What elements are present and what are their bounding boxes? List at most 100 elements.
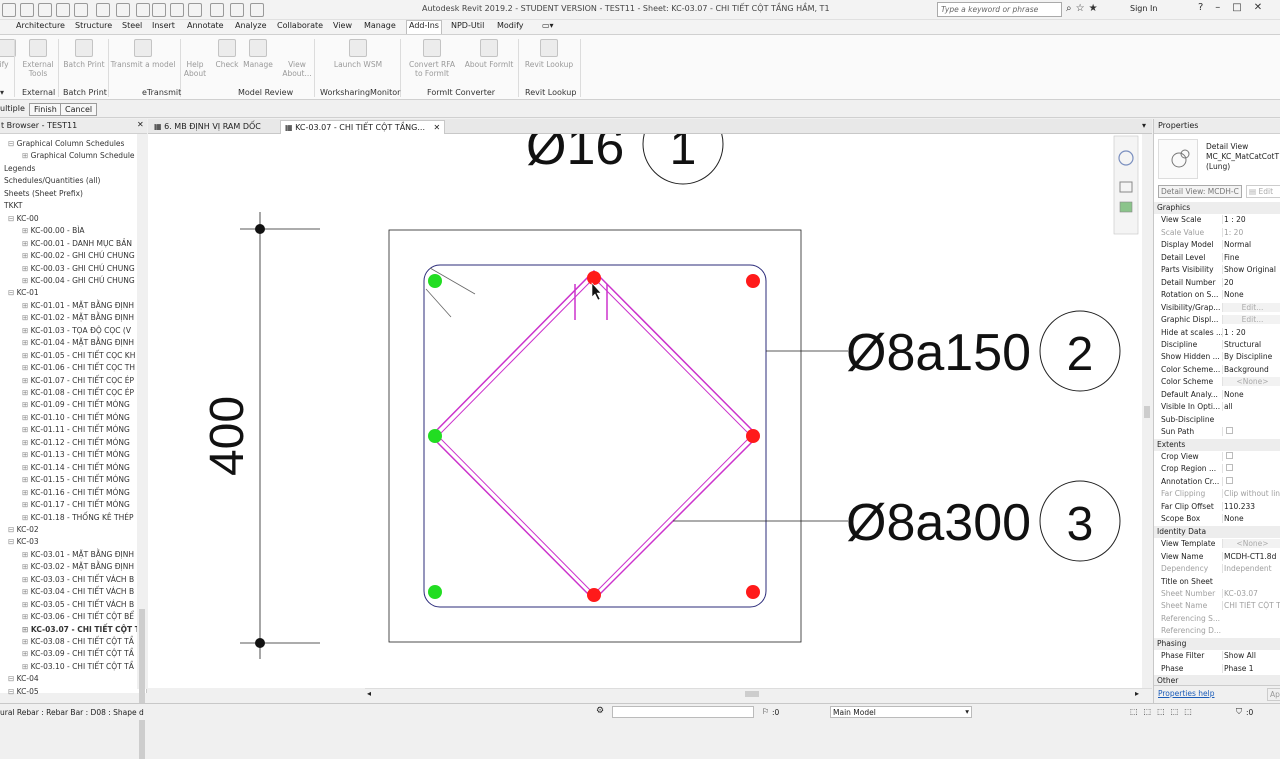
horizontal-scroll-thumb[interactable]	[745, 691, 759, 697]
help-button[interactable]: Help About	[182, 39, 208, 78]
browser-tree-item[interactable]: ⊞ KC-01.11 - CHI TIẾT MÓNG	[22, 425, 130, 434]
tree-expander-icon[interactable]: ⊟	[8, 687, 17, 696]
tab-kc-03-07[interactable]: ▦ KC-03.07 - CHI TIẾT CỘT TẦNG... ✕	[280, 120, 446, 134]
property-value[interactable]: 1 : 20	[1222, 327, 1280, 337]
property-row[interactable]: View Template <None>	[1154, 538, 1280, 550]
tree-expander-icon[interactable]: ⊞	[22, 612, 31, 621]
tree-expander-icon[interactable]: ⊞	[22, 425, 31, 434]
tree-expander-icon[interactable]: ⊞	[22, 239, 31, 248]
browser-tree-item[interactable]: ⊞ KC-03.05 - CHI TIẾT VÁCH B	[22, 600, 134, 609]
property-value[interactable]: Background	[1222, 364, 1280, 374]
redo-icon[interactable]	[56, 3, 70, 17]
property-row[interactable]: Discipline Structural	[1154, 339, 1280, 351]
property-button[interactable]: Edit...	[1222, 315, 1280, 325]
browser-tree-item[interactable]: ⊞ KC-00.00 - BÌA	[22, 226, 85, 235]
property-row[interactable]: Sheet Number KC-03.07	[1154, 588, 1280, 600]
property-checkbox[interactable]	[1222, 452, 1280, 461]
tabs-dropdown-icon[interactable]: ▾	[1142, 121, 1146, 130]
tree-expander-icon[interactable]: ⊞	[22, 625, 31, 634]
property-row[interactable]: Visibility/Grap... Edit...	[1154, 302, 1280, 314]
property-row[interactable]: Far Clipping Clip without line	[1154, 488, 1280, 500]
dimension-icon[interactable]	[116, 3, 130, 17]
revit-lookup-button[interactable]: Revit Lookup	[522, 39, 576, 69]
check-button[interactable]: Check	[212, 39, 242, 69]
browser-tree-item[interactable]: ⊟ KC-00	[8, 214, 39, 223]
tree-expander-icon[interactable]: ⊞	[22, 662, 31, 671]
window-controls[interactable]: ?–□✕	[1198, 2, 1274, 13]
browser-tree-item[interactable]: ⊟ KC-02	[8, 525, 39, 534]
browser-tree-item[interactable]: ⊞ KC-01.18 - THỐNG KÊ THÉP	[22, 513, 134, 522]
property-row[interactable]: Parts Visibility Show Original	[1154, 264, 1280, 276]
property-value[interactable]: 1 : 20	[1222, 215, 1280, 225]
browser-tree-item[interactable]: ⊞ KC-03.08 - CHI TIẾT CỘT TẦ	[22, 637, 134, 646]
batch-print-button[interactable]: Batch Print	[62, 39, 106, 69]
tree-expander-icon[interactable]: ⊞	[22, 550, 31, 559]
property-value[interactable]: Show Original	[1222, 265, 1280, 275]
property-value[interactable]: 110.233	[1222, 501, 1280, 511]
browser-scroll-thumb[interactable]	[139, 609, 145, 759]
workset-dropdown[interactable]	[612, 706, 754, 718]
browser-tree-item[interactable]: ⊞ KC-01.16 - CHI TIẾT MÓNG	[22, 488, 130, 497]
property-value[interactable]: None	[1222, 389, 1280, 399]
rebar-red[interactable]	[746, 274, 760, 288]
instance-selector[interactable]: Detail View: MCDH-C	[1158, 185, 1242, 198]
tree-expander-icon[interactable]: ⊞	[22, 301, 31, 310]
tab-annotate[interactable]: Annotate	[185, 21, 226, 30]
print-icon[interactable]	[74, 3, 88, 17]
browser-tree-item[interactable]: ⊞ KC-01.13 - CHI TIẾT MÓNG	[22, 450, 130, 459]
3d-view-icon[interactable]	[152, 3, 166, 17]
property-row[interactable]: Color Scheme... Background	[1154, 364, 1280, 376]
tag-icon[interactable]	[136, 3, 150, 17]
rebar-tag-3-text[interactable]: Ø8a300	[846, 494, 1031, 552]
tree-expander-icon[interactable]: ⊞	[22, 488, 31, 497]
properties-help-link[interactable]: Properties help	[1158, 689, 1215, 698]
search-input[interactable]: Type a keyword or phrase	[937, 2, 1062, 17]
property-value[interactable]: Structural	[1222, 339, 1280, 349]
property-row[interactable]: Phase Filter Show All	[1154, 650, 1280, 662]
customize-icon[interactable]	[250, 3, 264, 17]
browser-tree-item[interactable]: ⊟ Graphical Column Schedules	[8, 139, 124, 148]
apply-button[interactable]: App	[1267, 688, 1280, 701]
selection-options-icons[interactable]: ⬚⬚⬚⬚⬚	[1130, 707, 1198, 716]
property-checkbox[interactable]	[1222, 427, 1280, 437]
finish-button[interactable]: Finish	[29, 103, 62, 116]
worksets-icon[interactable]: ⚙	[596, 706, 604, 716]
scroll-left-icon[interactable]: ◂	[367, 689, 371, 698]
property-row[interactable]: Display Model Normal	[1154, 239, 1280, 251]
browser-tree-item[interactable]: Legends	[4, 164, 35, 173]
help-tools-icons[interactable]: ⌕☆★	[1066, 3, 1102, 14]
property-row[interactable]: Far Clip Offset 110.233	[1154, 501, 1280, 513]
tree-expander-icon[interactable]: ⊞	[22, 438, 31, 447]
browser-tree-item[interactable]: ⊞ KC-03.03 - CHI TIẾT VÁCH B	[22, 575, 134, 584]
browser-tree-item[interactable]: TKKT	[4, 201, 22, 210]
property-row[interactable]: Graphic Displ... Edit...	[1154, 314, 1280, 326]
browser-tree-item[interactable]: ⊞ KC-00.03 - GHI CHÚ CHUNG	[22, 264, 135, 273]
property-value[interactable]: By Discipline	[1222, 352, 1280, 362]
browser-tree-item[interactable]: ⊞ KC-01.08 - CHI TIẾT CỌC ÉP	[22, 388, 134, 397]
close-tab-icon[interactable]: ✕	[434, 123, 441, 132]
browser-tree-item[interactable]: ⊞ Graphical Column Schedule	[22, 151, 135, 160]
tree-expander-icon[interactable]: ⊞	[22, 649, 31, 658]
rebar-green[interactable]	[428, 274, 442, 288]
property-group-header[interactable]: Extents	[1154, 438, 1280, 451]
browser-tree-item[interactable]: ⊞ KC-01.02 - MẶT BẰNG ĐỊNH	[22, 313, 134, 322]
property-row[interactable]: Referencing S...	[1154, 613, 1280, 625]
property-value[interactable]: Clip without line	[1222, 489, 1280, 499]
browser-tree-item[interactable]: ⊟ KC-05	[8, 687, 39, 696]
browser-tree-item[interactable]: ⊟ KC-03	[8, 537, 39, 546]
tree-expander-icon[interactable]: ⊞	[22, 587, 31, 596]
tab-mb-dinh-vi-ram-doc[interactable]: ▦ 6. MB ĐỊNH VỊ RAM DỐC	[150, 120, 265, 134]
undo-icon[interactable]	[38, 3, 52, 17]
property-group-header[interactable]: Phasing	[1154, 637, 1280, 651]
diamond-stirrup[interactable]	[429, 269, 760, 602]
editing-requests-icon[interactable]: ⚐	[762, 707, 769, 716]
section-icon[interactable]	[170, 3, 184, 17]
property-row[interactable]: Sub-Discipline	[1154, 414, 1280, 426]
tree-expander-icon[interactable]: ⊞	[22, 450, 31, 459]
browser-tree-item[interactable]: ⊞ KC-00.02 - GHI CHÚ CHUNG	[22, 251, 135, 260]
sign-in-button[interactable]: Sign In	[1130, 4, 1157, 13]
view-about-button[interactable]: View About...	[282, 39, 312, 78]
property-row[interactable]: Default Analy... None	[1154, 389, 1280, 401]
tree-expander-icon[interactable]: ⊞	[22, 400, 31, 409]
property-value[interactable]: Independent	[1222, 564, 1280, 574]
